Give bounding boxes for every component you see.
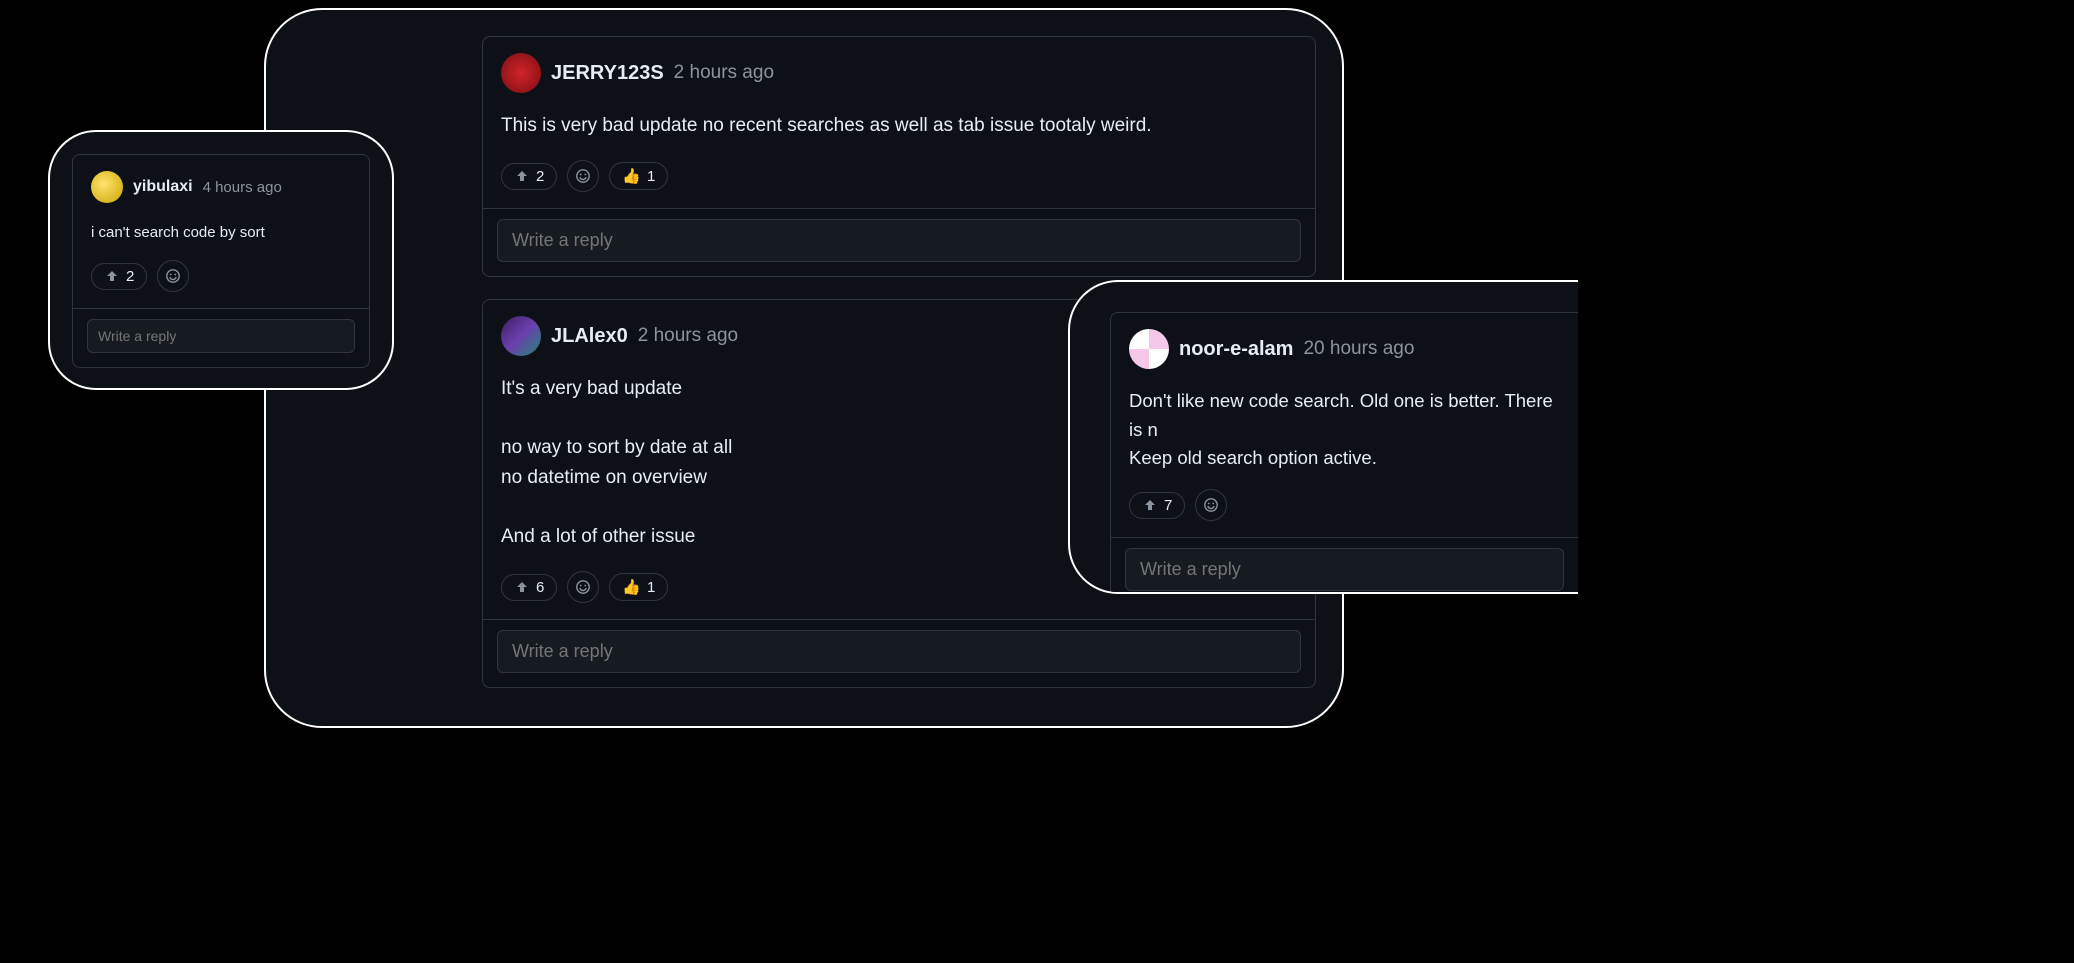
smiley-icon	[575, 579, 591, 595]
username[interactable]: yibulaxi	[133, 178, 193, 196]
upvote-button[interactable]: 2	[501, 163, 557, 190]
add-reaction-button[interactable]	[1195, 489, 1227, 521]
reply-input[interactable]	[1125, 548, 1564, 591]
thumbs-up-reaction[interactable]: 👍 1	[609, 162, 668, 190]
add-reaction-button[interactable]	[567, 571, 599, 603]
upvote-count: 7	[1164, 497, 1172, 514]
reply-footer	[483, 208, 1315, 276]
comment: yibulaxi 4 hours ago i can't search code…	[72, 154, 370, 368]
reactions-bar: 2	[91, 260, 351, 292]
reactions-bar: 2 👍 1	[501, 160, 1297, 192]
timestamp: 2 hours ago	[638, 325, 738, 347]
comment-card-right: noor-e-alam 20 hours ago Don't like new …	[1068, 280, 1578, 594]
comment: JERRY123S 2 hours ago This is very bad u…	[482, 36, 1316, 277]
thumbs-up-icon: 👍	[622, 167, 641, 185]
reply-footer	[1111, 537, 1578, 594]
thumbs-up-icon: 👍	[622, 578, 641, 596]
comment-header: yibulaxi 4 hours ago	[91, 171, 351, 203]
timestamp: 20 hours ago	[1303, 338, 1414, 360]
reaction-count: 1	[647, 168, 655, 185]
upvote-button[interactable]: 6	[501, 574, 557, 601]
comment-card-left: yibulaxi 4 hours ago i can't search code…	[48, 130, 394, 390]
upvote-count: 2	[536, 168, 544, 185]
upvote-count: 2	[126, 268, 134, 285]
avatar[interactable]	[501, 316, 541, 356]
avatar[interactable]	[501, 53, 541, 93]
upvote-button[interactable]: 7	[1129, 492, 1185, 519]
smiley-icon	[1203, 497, 1219, 513]
reply-footer	[73, 308, 369, 367]
arrow-up-icon	[1142, 497, 1158, 513]
username[interactable]: JERRY123S	[551, 62, 664, 85]
comment: noor-e-alam 20 hours ago Don't like new …	[1110, 312, 1578, 594]
reply-footer	[483, 619, 1315, 687]
username[interactable]: JLAlex0	[551, 325, 628, 348]
smiley-icon	[165, 268, 181, 284]
reply-input[interactable]	[497, 630, 1301, 673]
add-reaction-button[interactable]	[157, 260, 189, 292]
comment-content: i can't search code by sort	[91, 221, 351, 244]
upvote-button[interactable]: 2	[91, 263, 147, 290]
reactions-bar: 7	[1129, 489, 1560, 521]
avatar[interactable]	[91, 171, 123, 203]
arrow-up-icon	[514, 579, 530, 595]
smiley-icon	[575, 168, 591, 184]
comment-header: JERRY123S 2 hours ago	[501, 53, 1297, 93]
timestamp: 2 hours ago	[674, 62, 774, 84]
reply-input[interactable]	[87, 319, 355, 353]
reaction-count: 1	[647, 579, 655, 596]
add-reaction-button[interactable]	[567, 160, 599, 192]
upvote-count: 6	[536, 579, 544, 596]
arrow-up-icon	[514, 168, 530, 184]
timestamp: 4 hours ago	[203, 179, 282, 196]
thumbs-up-reaction[interactable]: 👍 1	[609, 573, 668, 601]
comment-content: This is very bad update no recent search…	[501, 111, 1297, 140]
comment-content: Don't like new code search. Old one is b…	[1129, 387, 1560, 473]
arrow-up-icon	[104, 268, 120, 284]
reply-input[interactable]	[497, 219, 1301, 262]
username[interactable]: noor-e-alam	[1179, 338, 1293, 361]
avatar[interactable]	[1129, 329, 1169, 369]
comment-header: noor-e-alam 20 hours ago	[1129, 329, 1560, 369]
